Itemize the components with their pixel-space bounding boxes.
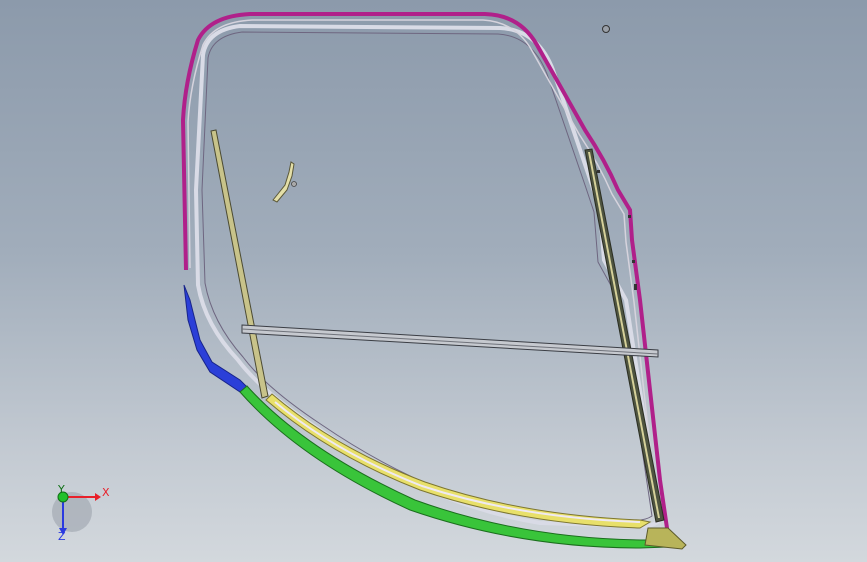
left-guide-rail <box>210 129 269 399</box>
outer-door-frame-inner-line <box>187 19 663 536</box>
bracket-bolt <box>291 181 297 187</box>
outer-door-frame <box>180 12 670 536</box>
small-bracket <box>272 161 295 203</box>
lower-left-trim <box>183 284 253 395</box>
y-axis-label: Y <box>58 483 65 496</box>
right-guide-rail-highlight <box>588 152 660 518</box>
inner-window-frame <box>193 23 663 529</box>
x-axis-arrow <box>95 493 101 501</box>
inner-window-frame-edge <box>201 31 653 521</box>
x-axis-label: X <box>102 486 110 499</box>
corner-bracket <box>644 527 687 550</box>
cross-beam-line <box>241 328 659 355</box>
door-frame-model[interactable] <box>0 0 867 562</box>
cad-viewport[interactable]: X Y Z <box>0 0 867 562</box>
fastener <box>602 25 610 33</box>
z-axis-label: Z <box>58 530 66 543</box>
